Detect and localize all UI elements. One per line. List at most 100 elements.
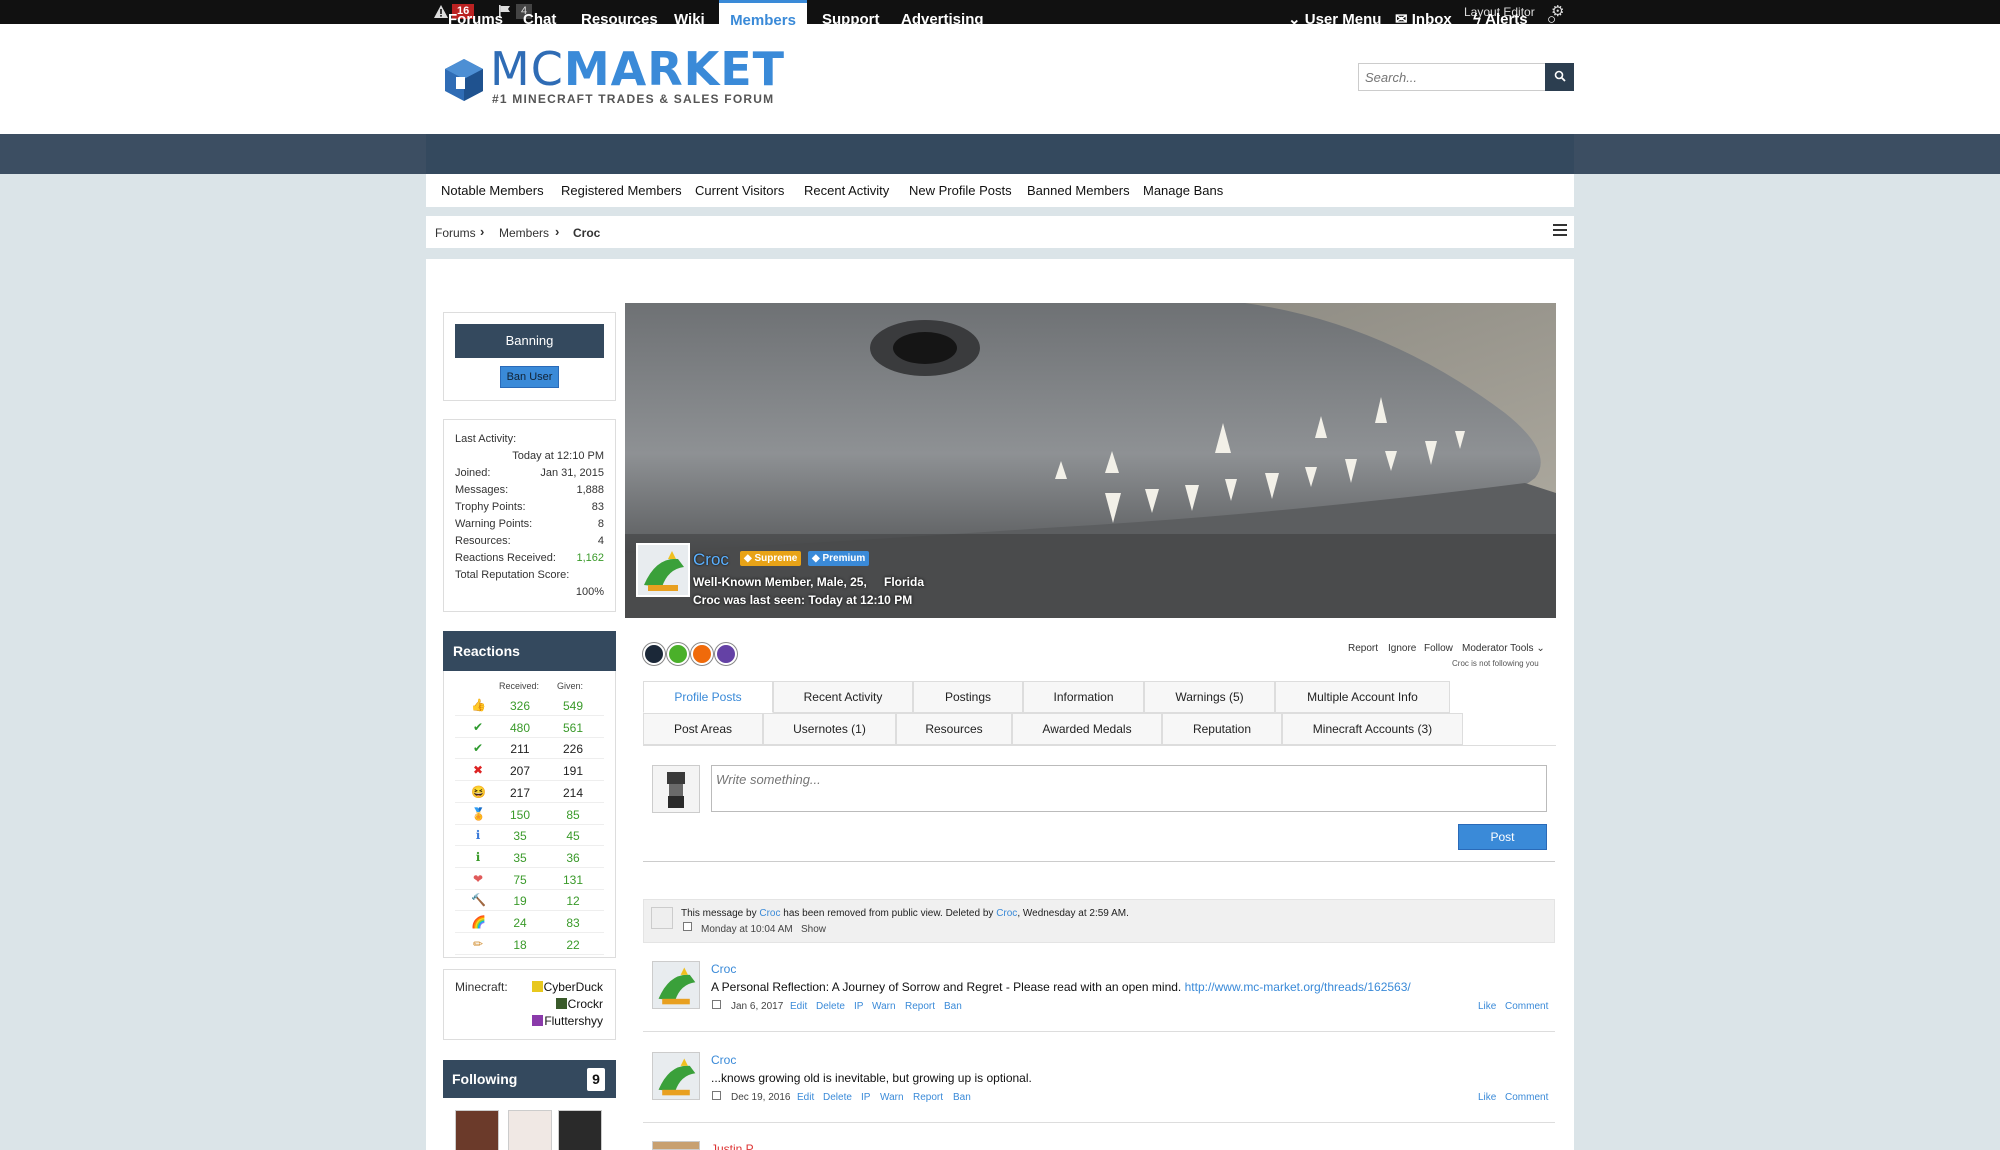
tab-recent-activity[interactable]: Recent Activity xyxy=(773,681,913,713)
reactions-received-count[interactable]: 207 xyxy=(505,764,535,778)
twitch-icon[interactable] xyxy=(715,643,737,665)
minecraft-account[interactable]: Fluttershyy xyxy=(532,1014,603,1028)
search-button[interactable] xyxy=(1545,63,1574,91)
tab-warnings[interactable]: Warnings (5) xyxy=(1144,681,1275,713)
reactions-received-count[interactable]: 326 xyxy=(505,699,535,713)
reactions-given-count[interactable]: 45 xyxy=(558,829,588,843)
reactions-given-count[interactable]: 226 xyxy=(558,742,588,756)
delete-link[interactable]: Delete xyxy=(823,1092,852,1103)
tab-wiki[interactable]: Wiki xyxy=(674,0,705,40)
show-link[interactable]: Show xyxy=(801,924,826,935)
origin-icon[interactable] xyxy=(691,643,713,665)
delete-link[interactable]: Delete xyxy=(816,1001,845,1012)
reactions-received-count[interactable]: 19 xyxy=(505,894,535,908)
reactions-given-count[interactable]: 83 xyxy=(558,916,588,930)
following-count-badge[interactable]: 9 xyxy=(587,1068,605,1091)
following-avatar[interactable] xyxy=(508,1110,552,1150)
message-author[interactable]: Croc xyxy=(711,962,736,976)
message-date[interactable]: Jan 6, 2017 xyxy=(731,1001,783,1012)
lightbulb-icon[interactable]: ○ xyxy=(1547,0,1556,40)
reactions-given-count[interactable]: 549 xyxy=(558,699,588,713)
message-author[interactable]: Croc xyxy=(711,1053,736,1067)
reactions-received-count[interactable]: 211 xyxy=(505,742,535,756)
tab-awarded-medals[interactable]: Awarded Medals xyxy=(1012,713,1162,745)
tab-minecraft-accounts[interactable]: Minecraft Accounts (3) xyxy=(1282,713,1463,745)
subnav-registered-members[interactable]: Registered Members xyxy=(561,183,682,198)
ip-link[interactable]: IP xyxy=(854,1001,863,1012)
reactions-given-count[interactable]: 12 xyxy=(558,894,588,908)
like-link[interactable]: Like xyxy=(1478,1092,1496,1103)
reactions-given-count[interactable]: 561 xyxy=(558,721,588,735)
tab-postings[interactable]: Postings xyxy=(913,681,1023,713)
reactions-given-count[interactable]: 191 xyxy=(558,764,588,778)
current-user-avatar[interactable] xyxy=(652,765,700,813)
comment-link[interactable]: Comment xyxy=(1505,1092,1548,1103)
tab-chat[interactable]: Chat xyxy=(523,0,556,40)
stat-value[interactable]: 83 xyxy=(592,501,604,513)
search-input[interactable] xyxy=(1358,63,1546,91)
subnav-manage-bans[interactable]: Manage Bans xyxy=(1143,183,1223,198)
ban-link[interactable]: Ban xyxy=(953,1092,971,1103)
user-menu-button[interactable]: ⌄ User Menu xyxy=(1288,0,1381,40)
subnav-notable-members[interactable]: Notable Members xyxy=(441,183,544,198)
message-avatar[interactable] xyxy=(652,961,700,1009)
minecraft-account[interactable]: Crockr xyxy=(555,997,603,1011)
like-link[interactable]: Like xyxy=(1478,1001,1496,1012)
following-avatar[interactable] xyxy=(455,1110,499,1150)
reactions-received-count[interactable]: 35 xyxy=(505,829,535,843)
logo-title[interactable]: MCMARKET xyxy=(490,46,785,92)
tab-profile-posts[interactable]: Profile Posts xyxy=(643,681,773,713)
reactions-received-count[interactable]: 24 xyxy=(505,916,535,930)
moderator-tools-menu[interactable]: Moderator Tools ⌄ xyxy=(1462,643,1545,654)
comment-link[interactable]: Comment xyxy=(1505,1001,1548,1012)
select-checkbox[interactable] xyxy=(712,1091,721,1100)
profile-location[interactable]: Florida xyxy=(884,575,924,589)
message-link[interactable]: http://www.mc-market.org/threads/162563/ xyxy=(1185,980,1411,994)
warning-icon[interactable] xyxy=(433,4,449,19)
xbox-icon[interactable] xyxy=(667,643,689,665)
reactions-given-count[interactable]: 36 xyxy=(558,851,588,865)
steam-icon[interactable] xyxy=(643,643,665,665)
following-avatar[interactable] xyxy=(558,1110,602,1150)
warn-link[interactable]: Warn xyxy=(872,1001,896,1012)
select-checkbox[interactable] xyxy=(712,1000,721,1009)
tab-multiple-account-info[interactable]: Multiple Account Info xyxy=(1275,681,1450,713)
profile-username[interactable]: Croc xyxy=(693,550,729,570)
subnav-new-profile-posts[interactable]: New Profile Posts xyxy=(909,183,1012,198)
profile-avatar[interactable] xyxy=(636,543,690,597)
ban-link[interactable]: Ban xyxy=(944,1001,962,1012)
minecraft-account[interactable]: CyberDuck xyxy=(531,980,603,994)
message-avatar[interactable] xyxy=(652,1052,700,1100)
reactions-received-count[interactable]: 75 xyxy=(505,873,535,887)
stat-value[interactable]: 4 xyxy=(598,535,604,547)
report-link[interactable]: Report xyxy=(913,1092,943,1103)
ignore-link[interactable]: Ignore xyxy=(1388,643,1416,654)
edit-link[interactable]: Edit xyxy=(797,1092,814,1103)
tab-resources[interactable]: Resources xyxy=(896,713,1012,745)
reactions-received-count[interactable]: 217 xyxy=(505,786,535,800)
hamburger-menu-icon[interactable] xyxy=(1553,224,1567,236)
reactions-received-count[interactable]: 150 xyxy=(505,808,535,822)
message-date[interactable]: Dec 19, 2016 xyxy=(731,1092,791,1103)
follow-link[interactable]: Follow xyxy=(1424,643,1453,654)
reactions-received-count[interactable]: 480 xyxy=(505,721,535,735)
ip-link[interactable]: IP xyxy=(861,1092,870,1103)
tab-advertising[interactable]: Advertising xyxy=(901,0,984,40)
breadcrumb-members[interactable]: Members xyxy=(499,226,549,240)
reactions-received-count[interactable]: 18 xyxy=(505,938,535,952)
reactions-given-count[interactable]: 22 xyxy=(558,938,588,952)
profile-post-input[interactable] xyxy=(711,765,1547,812)
reactions-given-count[interactable]: 214 xyxy=(558,786,588,800)
ban-user-button[interactable]: Ban User xyxy=(500,366,559,388)
stat-value[interactable]: 1,888 xyxy=(576,484,604,496)
breadcrumb-forums[interactable]: Forums xyxy=(435,226,476,240)
subnav-recent-activity[interactable]: Recent Activity xyxy=(804,183,889,198)
tab-members[interactable]: Members xyxy=(719,0,807,40)
edit-link[interactable]: Edit xyxy=(790,1001,807,1012)
report-link[interactable]: Report xyxy=(1348,643,1378,654)
report-link[interactable]: Report xyxy=(905,1001,935,1012)
message-author[interactable]: Justin P. xyxy=(711,1142,755,1150)
tab-reputation[interactable]: Reputation xyxy=(1162,713,1282,745)
select-checkbox[interactable] xyxy=(683,922,692,931)
tab-information[interactable]: Information xyxy=(1023,681,1144,713)
